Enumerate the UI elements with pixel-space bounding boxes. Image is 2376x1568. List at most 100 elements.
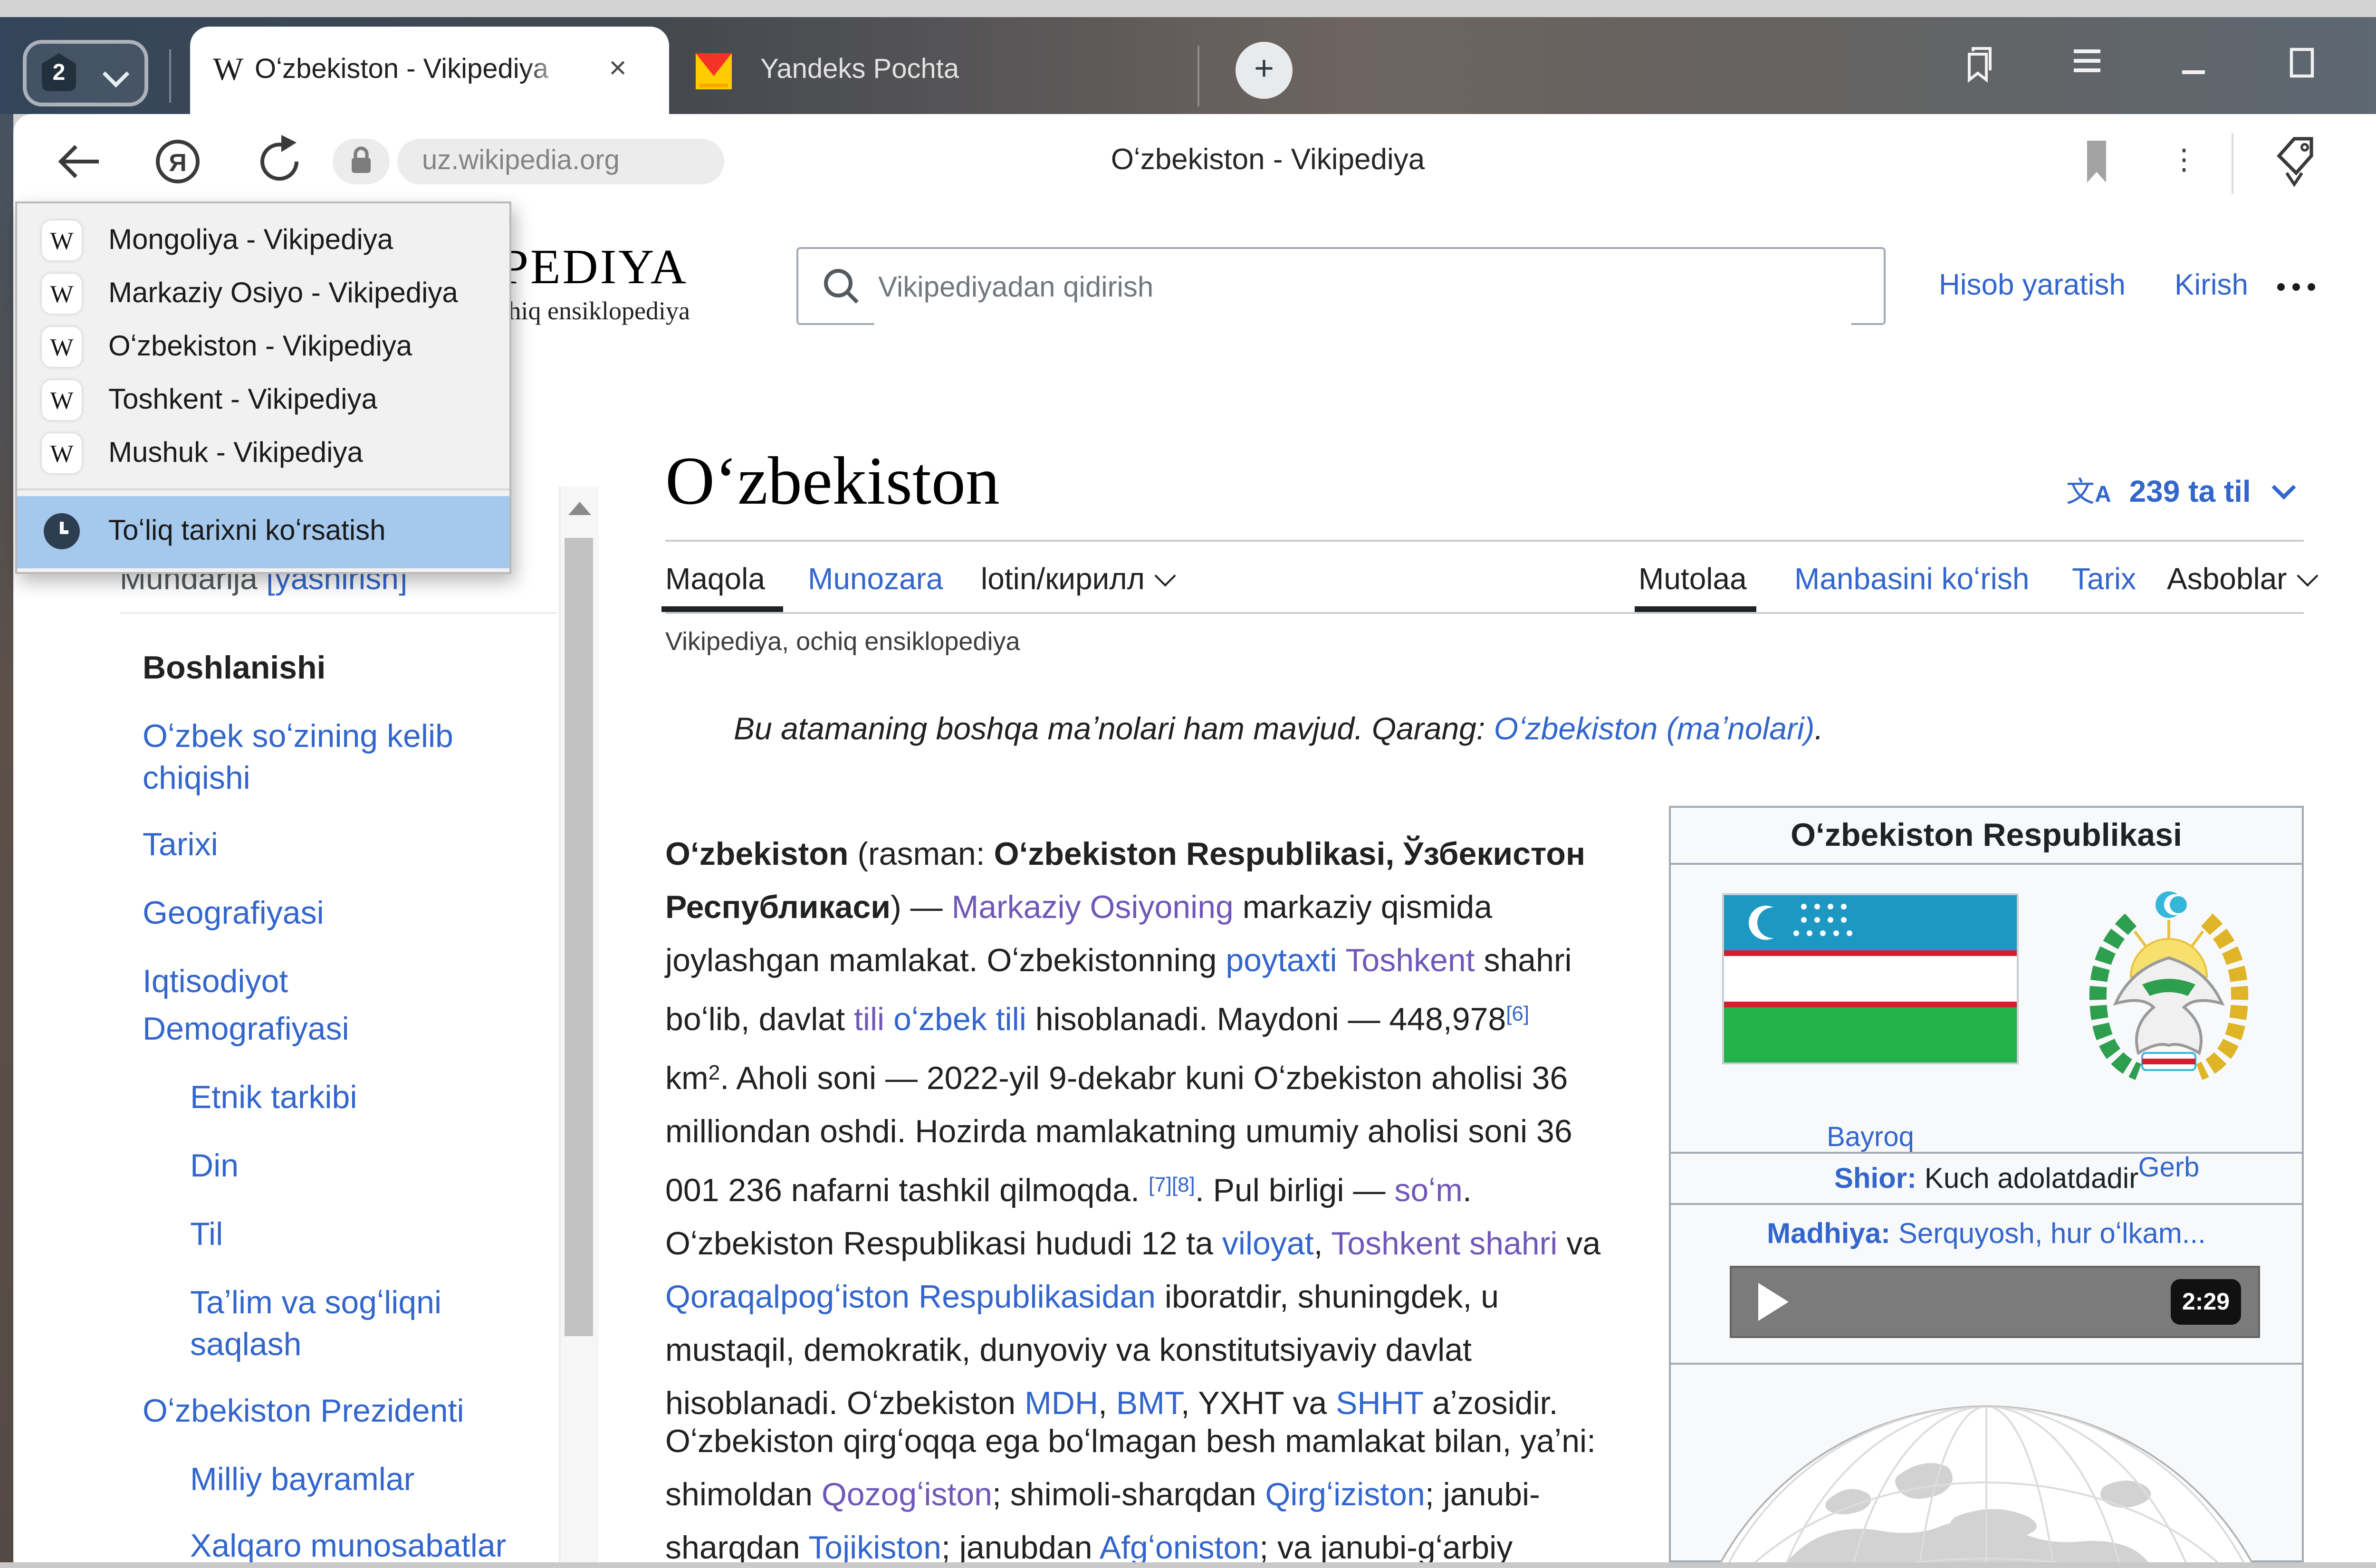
scroll-up-icon[interactable]	[568, 502, 591, 515]
chevron-down-icon	[2271, 476, 2295, 500]
toc-item-din[interactable]: Din	[190, 1146, 561, 1188]
toc-item-xalqaro[interactable]: Xalqaro munosabatlar	[190, 1526, 561, 1562]
toc-collapse-chevron-icon[interactable]	[82, 1401, 105, 1424]
active-tab-underline	[661, 606, 783, 612]
article-title: Oʻzbekiston	[665, 441, 1000, 521]
new-tab-button[interactable]: +	[1236, 42, 1293, 99]
url-text: uz.wikipedia.org	[397, 139, 724, 184]
tab-munozara[interactable]: Munozara	[808, 551, 943, 612]
site-security-badge[interactable]	[333, 139, 390, 184]
anthem-audio-player[interactable]: 2:29	[1730, 1266, 2260, 1338]
divider	[2232, 133, 2233, 194]
anthem-title-link[interactable]: Serquyosh, hur oʻlkam...	[1890, 1218, 2206, 1251]
wikipedia-favicon: W	[42, 433, 82, 473]
login-link[interactable]: Kirish	[2175, 266, 2248, 308]
create-account-link[interactable]: Hisob yaratish	[1939, 266, 2126, 308]
wikipedia-favicon: W	[213, 48, 251, 93]
toc-collapse-chevron-icon[interactable]	[82, 1019, 105, 1042]
infobox-images-row: Bayroq	[1671, 865, 2302, 1154]
history-item[interactable]: W Toshkent - Vikipediya	[17, 374, 509, 428]
back-button[interactable]	[55, 114, 105, 209]
toc-item-demografiyasi[interactable]: Demografiyasi	[143, 1009, 557, 1051]
toc-item-ozbek-sozining[interactable]: Oʻzbek soʻzining kelib chiqishi	[143, 717, 557, 800]
browser-window: 2 W Oʻzbekiston - Vikipediya × Yandeks P…	[0, 0, 2376, 1568]
toc-scrollbar[interactable]	[559, 487, 599, 1562]
history-item[interactable]: W Oʻzbekiston - Vikipediya	[17, 321, 509, 374]
infobox-title: Oʻzbekiston Respublikasi	[1671, 808, 2302, 865]
yandex-search-icon[interactable]: Я	[154, 114, 201, 209]
motto-label-link[interactable]: Shior:	[1834, 1163, 1916, 1195]
divider	[169, 49, 171, 103]
country-infobox: Oʻzbekiston Respublikasi	[1669, 806, 2304, 1562]
back-history-dropdown: W Mongoliya - Vikipediya W Markaziy Osiy…	[15, 201, 511, 574]
show-full-history-item[interactable]: Toʻliq tarixni koʻrsatish	[17, 496, 509, 568]
infobox-anthem-row: Madhiya: Serquyosh, hur oʻlkam... 2:29	[1671, 1205, 2302, 1365]
toc-item-milliy-bayramlar[interactable]: Milliy bayramlar	[190, 1460, 561, 1501]
toc-scrollbar-thumb[interactable]	[565, 538, 593, 1336]
bookmark-flag-icon[interactable]	[2083, 114, 2110, 209]
tab-variant-selector[interactable]: lotin/кирилл	[981, 551, 1173, 612]
divider	[17, 488, 509, 490]
infobox-map-row	[1671, 1365, 2302, 1562]
window-top-edge	[0, 0, 2376, 17]
refresh-icon[interactable]	[257, 114, 306, 209]
infobox-motto-row: Shior: Kuch adolatdadir	[1671, 1154, 2302, 1205]
wikipedia-favicon: W	[42, 220, 82, 260]
wikipedia-favicon: W	[42, 274, 82, 314]
tab-maqola[interactable]: Maqola	[665, 551, 765, 612]
tab-wikipedia[interactable]: W Oʻzbekiston - Vikipediya ×	[190, 27, 669, 114]
toc-item-talim[interactable]: Taʼlim va sogʻliqni saqlash	[190, 1283, 561, 1367]
language-selector[interactable]: 文A 239 ta til	[2066, 471, 2292, 511]
language-icon: 文A	[2066, 477, 2111, 509]
motto-text: Kuch adolatdadir	[1916, 1163, 2138, 1195]
toc-item-prezidenti[interactable]: Oʻzbekiston Prezidenti	[143, 1391, 557, 1433]
toc-item-iqtisodiyot[interactable]: Iqtisodiyot	[143, 962, 557, 1004]
collections-tag-icon[interactable]	[2268, 114, 2321, 209]
bookmarks-panel-button[interactable]	[1952, 30, 2009, 99]
tab-yandex-mail[interactable]: Yandeks Pochta	[669, 27, 1182, 114]
tab-close-icon[interactable]: ×	[593, 27, 642, 114]
article-paragraph: Oʻzbekiston (rasman: Oʻzbekiston Respubl…	[665, 829, 1682, 1431]
minimize-button[interactable]	[2165, 30, 2222, 99]
audio-duration: 2:29	[2171, 1279, 2241, 1325]
toc-item-geografiyasi[interactable]: Geografiyasi	[143, 893, 557, 935]
anthem-label-row: Madhiya: Serquyosh, hur oʻlkam...	[1671, 1218, 2302, 1251]
uzbekistan-emblem-image[interactable]	[2074, 886, 2264, 1089]
tab-title: Yandeks Pochta	[760, 27, 959, 114]
wikipedia-favicon: W	[42, 380, 82, 420]
menu-icon[interactable]	[2059, 30, 2116, 99]
window-left-edge	[0, 114, 13, 1568]
toc-item-til[interactable]: Til	[190, 1214, 561, 1256]
title-divider	[665, 540, 2304, 542]
tab-bar: 2 W Oʻzbekiston - Vikipediya × Yandeks P…	[0, 17, 2376, 114]
uzbekistan-flag-image[interactable]	[1722, 893, 2019, 1064]
anthem-label-link[interactable]: Madhiya:	[1767, 1218, 1890, 1251]
active-view-underline	[1635, 606, 1756, 612]
tab-mutolaa[interactable]: Mutolaa	[1638, 551, 1747, 612]
site-subtitle: Vikipediya, ochiq ensiklopediya	[665, 627, 1020, 656]
article-paragraph: Oʻzbekiston qirgʻoqqa ega boʻlmagan besh…	[665, 1416, 1682, 1562]
tab-manbasini-korish[interactable]: Manbasini koʻrish	[1794, 551, 2029, 612]
flag-caption-link[interactable]: Bayroq	[1722, 1123, 2019, 1154]
history-item[interactable]: W Mongoliya - Vikipediya	[17, 215, 509, 268]
download-icon[interactable]	[2374, 114, 2376, 209]
browser-toolbar: Я uz.wikipedia.org Oʻzbekiston - Vikiped…	[13, 114, 2376, 209]
search-input[interactable]	[874, 251, 1851, 325]
toc-item-tarixi[interactable]: Tarixi	[143, 825, 557, 867]
user-menu-dots-icon[interactable]	[2277, 272, 2334, 302]
history-item[interactable]: W Markaziy Osiyo - Vikipediya	[17, 268, 509, 321]
play-icon[interactable]	[1758, 1283, 1789, 1321]
toc-item-etnik-tarkibi[interactable]: Etnik tarkibi	[190, 1078, 561, 1119]
tab-asboblar[interactable]: Asboblar	[2167, 551, 2316, 612]
svg-text:Я: Я	[169, 149, 186, 177]
globe-map	[1671, 1365, 2302, 1562]
tab-counter-button[interactable]: 2	[23, 40, 148, 106]
wikipedia-search-box[interactable]	[796, 247, 1886, 325]
toc-item-boshlanishi[interactable]: Boshlanishi	[143, 648, 557, 690]
address-bar[interactable]: uz.wikipedia.org	[397, 139, 724, 184]
maximize-button[interactable]	[2273, 30, 2330, 99]
history-item[interactable]: W Mushuk - Vikipediya	[17, 428, 509, 481]
tab-tarix[interactable]: Tarix	[2072, 551, 2136, 612]
more-options-icon[interactable]: ⋮	[2169, 114, 2199, 209]
hatnote: Bu atamaning boshqa maʼnolari ham mavjud…	[734, 713, 1823, 749]
